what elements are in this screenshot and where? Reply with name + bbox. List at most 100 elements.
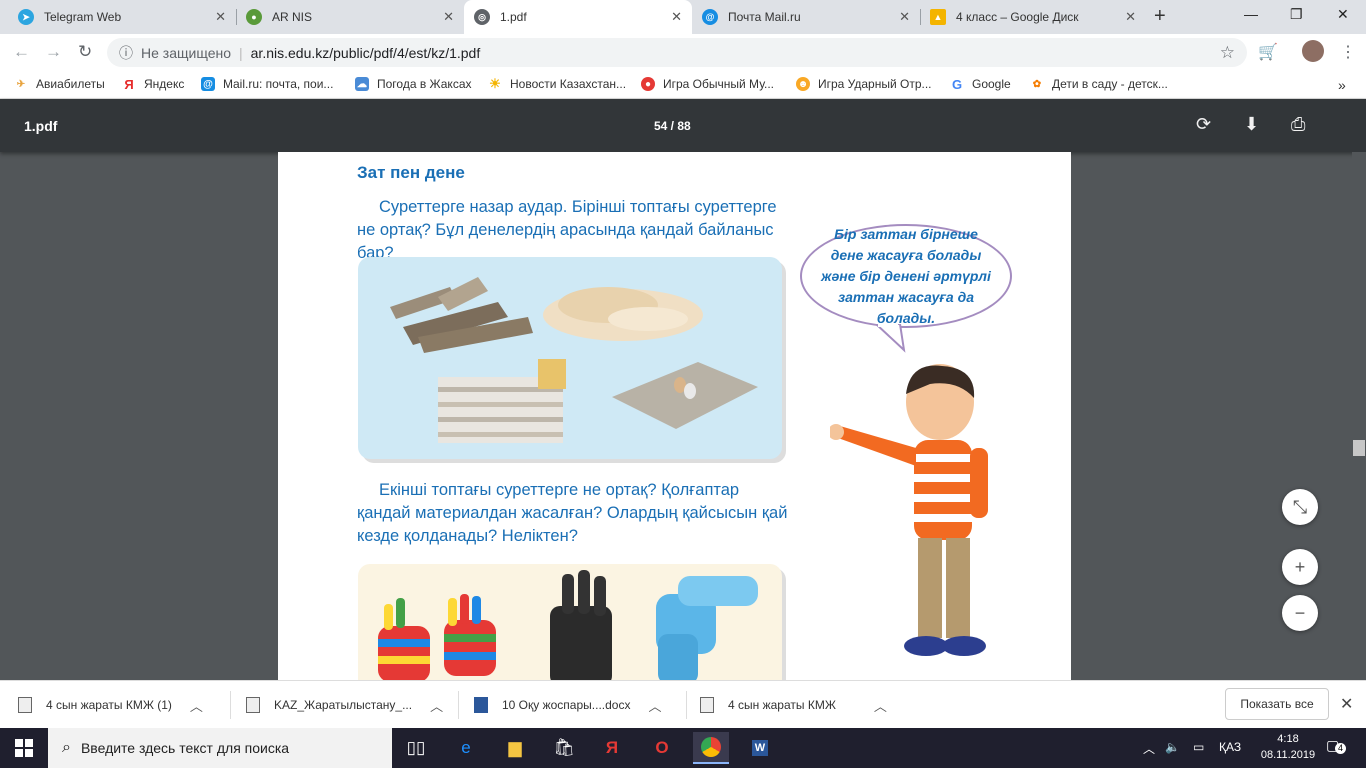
download-icon[interactable]: ⬇ <box>1244 114 1259 135</box>
google-icon: G <box>950 76 964 92</box>
bookmark-game-1[interactable]: ● Игра Обычный Му... <box>641 77 774 91</box>
chrome-icon[interactable] <box>693 732 729 764</box>
close-window-button[interactable]: ✕ <box>1337 6 1349 23</box>
opera-icon[interactable]: O <box>644 732 680 764</box>
mail-icon: @ <box>201 77 215 91</box>
maximize-button[interactable]: ❐ <box>1290 6 1303 23</box>
gloves-illustration <box>378 570 758 680</box>
paragraph-1: Суреттерге назар аудар. Бірінші топтағы … <box>357 198 777 262</box>
download-item[interactable]: 4 сын жараты КМЖ ︿ <box>700 681 900 729</box>
notifications-icon[interactable]: ▢ 4 <box>1326 737 1346 754</box>
file-explorer-icon[interactable]: ▆ <box>497 732 533 764</box>
page-indicator[interactable]: 54 / 88 <box>654 119 691 133</box>
tab-telegram[interactable]: ➤ Telegram Web ✕ <box>8 0 236 34</box>
newspapers-image <box>438 359 566 443</box>
chevron-up-icon[interactable]: ︿ <box>190 696 203 715</box>
boy-illustration <box>830 364 988 656</box>
bookmark-google[interactable]: G Google <box>950 76 1011 92</box>
language-indicator[interactable]: ҚАЗ <box>1219 740 1241 754</box>
tab-ar-nis[interactable]: ● AR NIS ✕ <box>236 0 464 34</box>
clock[interactable]: 4:18 08.11.2019 <box>1258 731 1318 763</box>
materials-illustration <box>390 277 758 443</box>
reload-button[interactable]: ↻ <box>78 42 92 62</box>
download-item[interactable]: 10 Оқу жоспары....docx ︿ <box>474 681 674 729</box>
more-bookmarks-button[interactable]: » <box>1338 77 1346 93</box>
store-icon[interactable]: 🛍 <box>546 732 582 764</box>
pdf-scrollbar[interactable] <box>1352 152 1366 680</box>
zoom-in-button[interactable]: + <box>1282 549 1318 585</box>
chevron-up-icon[interactable]: ︿ <box>874 696 887 715</box>
close-icon[interactable]: ✕ <box>1125 9 1136 25</box>
download-bar: 4 сын жараты КМЖ (1) ︿ KAZ_Жаратылыстану… <box>0 680 1366 728</box>
network-icon[interactable]: ▭ <box>1193 740 1204 754</box>
bookmark-mailru[interactable]: @ Mail.ru: почта, пои... <box>201 77 333 91</box>
tab-pdf[interactable]: ◎ 1.pdf ✕ <box>464 0 692 34</box>
info-icon[interactable]: ⓘ <box>119 43 133 63</box>
chevron-up-icon[interactable]: ︿ <box>648 696 661 715</box>
kids-icon: ✿ <box>1030 77 1044 91</box>
word-icon[interactable]: W <box>742 732 778 764</box>
google-drive-icon: ▲ <box>930 9 946 25</box>
bookmarks-bar: ✈ Авиабилеты Я Яндекс @ Mail.ru: почта, пои… <box>0 71 1366 99</box>
pdf-toolbar: 1.pdf 54 / 88 ⟳ ⬇ ⎙ <box>0 99 1366 152</box>
yandex-icon: Я <box>122 77 136 92</box>
bookmark-star-icon[interactable]: ☆ <box>1220 43 1235 63</box>
tab-mail[interactable]: @ Почта Mail.ru ✕ <box>692 0 920 34</box>
file-icon <box>18 697 32 713</box>
zoom-out-button[interactable]: − <box>1282 595 1318 631</box>
close-icon[interactable]: ✕ <box>443 9 454 25</box>
pdf-page: Зат пен дене Суреттерге назар аудар. Бір… <box>278 152 1071 680</box>
mail-icon: @ <box>702 9 718 25</box>
download-item[interactable]: KAZ_Жаратылыстану_... ︿ <box>246 681 446 729</box>
bookmark-weather[interactable]: ☁ Погода в Жаксах <box>355 77 472 91</box>
chevron-up-icon[interactable]: ︿ <box>430 696 443 715</box>
download-item[interactable]: 4 сын жараты КМЖ (1) ︿ <box>18 681 218 729</box>
close-icon[interactable]: ✕ <box>671 9 682 25</box>
bookmark-aviabilety[interactable]: ✈ Авиабилеты <box>14 77 105 91</box>
volume-icon[interactable]: 🔈 <box>1165 740 1180 754</box>
rotate-icon[interactable]: ⟳ <box>1196 114 1211 135</box>
taskbar: ⌕ Введите здесь текст для поиска ▯▯ e ▆ … <box>0 728 1366 768</box>
show-all-button[interactable]: Показать все <box>1225 688 1329 720</box>
fit-page-button[interactable]: ⤡ <box>1282 489 1318 525</box>
forward-button[interactable]: → <box>45 42 62 62</box>
address-bar[interactable]: ⓘ Не защищено | ar.nis.edu.kz/public/pdf… <box>107 38 1247 67</box>
egg-tray-image <box>612 362 758 429</box>
game-icon: ☻ <box>796 77 810 91</box>
striped-gloves-image <box>378 594 496 680</box>
bookmark-kids[interactable]: ✿ Дети в саду - детск... <box>1030 77 1168 91</box>
image-group-1 <box>358 257 782 459</box>
start-button[interactable] <box>0 728 48 768</box>
bookmark-yandex[interactable]: Я Яндекс <box>122 77 184 92</box>
cart-icon[interactable]: 🛒 <box>1258 42 1278 62</box>
word-file-icon <box>474 697 488 713</box>
bubble-tail <box>876 324 906 353</box>
print-icon[interactable]: ⎙ <box>1291 114 1305 135</box>
image-group-2 <box>358 564 782 680</box>
chevron-up-icon[interactable]: ︿ <box>1143 740 1155 757</box>
game-icon: ● <box>641 77 655 91</box>
wood-logs-image <box>390 277 533 353</box>
search-icon: ⌕ <box>62 739 71 756</box>
minimize-button[interactable]: — <box>1244 6 1258 22</box>
yandex-browser-icon[interactable]: Я <box>594 732 630 764</box>
edge-icon[interactable]: e <box>448 732 484 764</box>
windows-icon <box>15 739 33 757</box>
bookmark-game-2[interactable]: ☻ Игра Ударный Отр... <box>796 77 932 91</box>
taskbar-search[interactable]: ⌕ Введите здесь текст для поиска <box>48 728 392 768</box>
tab-google-drive[interactable]: ▲ 4 класс – Google Диск ✕ <box>920 0 1146 34</box>
latex-gloves-image <box>656 576 758 680</box>
close-icon[interactable]: ✕ <box>1340 694 1353 714</box>
bookmark-news[interactable]: ☀ Новости Казахстан... <box>488 76 626 91</box>
pdf-title: 1.pdf <box>24 118 58 134</box>
close-icon[interactable]: ✕ <box>899 9 910 25</box>
back-button[interactable]: ← <box>13 42 30 62</box>
close-icon[interactable]: ✕ <box>215 9 226 25</box>
new-tab-button[interactable]: + <box>1154 5 1166 28</box>
file-icon <box>246 697 260 713</box>
globe-icon: ◎ <box>474 9 490 25</box>
task-view-icon[interactable]: ▯▯ <box>398 732 434 764</box>
browser-toolbar: ← → ↻ ⓘ Не защищено | ar.nis.edu.kz/publ… <box>0 34 1366 71</box>
avatar[interactable] <box>1302 40 1324 62</box>
menu-icon[interactable]: ⋮ <box>1340 42 1356 62</box>
